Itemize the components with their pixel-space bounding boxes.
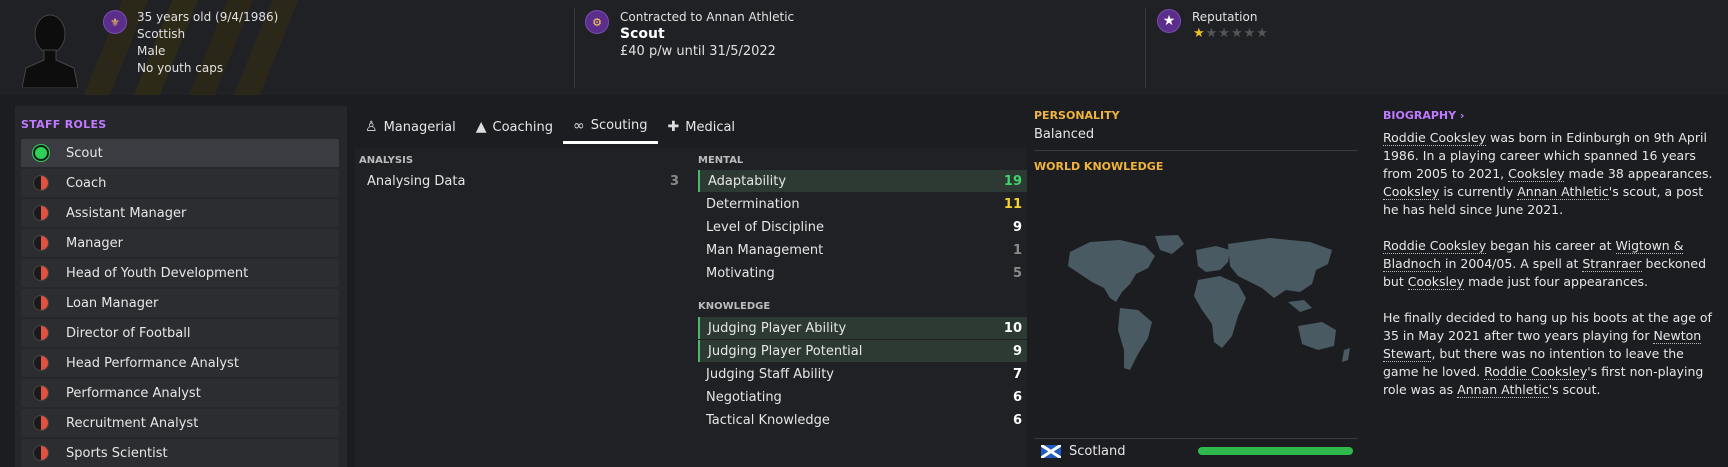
attribute-row[interactable]: Negotiating 6 [698,386,1027,408]
staff-name-link[interactable]: Cooksley [1383,184,1440,200]
status-dot-icon [33,175,49,191]
job-title: Scout [620,26,665,42]
attribute-row[interactable]: Analysing Data 3 [359,170,684,192]
reputation-label: Reputation [1192,10,1258,24]
status-dot-icon [33,415,49,431]
tab-managerial[interactable]: ♙ Managerial [355,110,466,144]
status-dot-icon [33,265,49,281]
attribute-row[interactable]: Judging Player Ability 10 [698,317,1027,339]
world-map[interactable] [1060,232,1360,382]
star-icon: ★ [1157,9,1181,33]
status-dot-icon [33,325,49,341]
role-item[interactable]: Manager [21,229,339,257]
knowledge-bar [1198,447,1353,455]
country-name: Scotland [1069,443,1126,459]
club-link[interactable]: Annan Athletic [1517,184,1609,200]
biography-title[interactable]: BIOGRAPHY › [1383,109,1464,122]
status-dot-icon [33,385,49,401]
mental-title: MENTAL [698,155,744,166]
role-item[interactable]: Coach [21,169,339,197]
country-knowledge-row[interactable]: Scotland [1033,440,1358,462]
role-item[interactable]: Recruitment Analyst [21,409,339,437]
club-link[interactable]: Stranraer [1582,256,1642,272]
role-item[interactable]: Loan Manager [21,289,339,317]
staff-name-link[interactable]: Roddie Cooksley [1484,364,1588,380]
staff-avatar [22,14,78,88]
role-item[interactable]: Assistant Manager [21,199,339,227]
attribute-row[interactable]: Judging Player Potential 9 [698,340,1027,362]
profile-header: ⚜ 35 years old (9/4/1986) Scottish Male … [0,0,1728,95]
age-line: 35 years old (9/4/1986) [137,10,279,24]
status-dot-icon [33,205,49,221]
club-badge-icon[interactable]: ⚙ [585,10,609,34]
personality-title: PERSONALITY [1034,109,1120,122]
role-item[interactable]: Director of Football [21,319,339,347]
wage-line: £40 p/w until 31/5/2022 [620,44,776,59]
whistle-icon: ♙ [365,119,378,135]
scotland-flag-icon [1041,444,1061,458]
biography-text: Roddie Cooksley was born in Edinburgh on… [1383,130,1713,398]
gender: Male [137,44,166,58]
staff-roles-title: STAFF ROLES [21,118,107,131]
attribute-row[interactable]: Level of Discipline 9 [698,216,1027,238]
cone-icon: ▲ [475,119,487,135]
staff-name-link[interactable]: Roddie Cooksley [1383,130,1487,146]
medical-kit-icon: ✚ [667,119,680,135]
binoculars-icon: ∞ [573,117,585,134]
status-dot-icon [33,145,49,161]
role-item[interactable]: Head Performance Analyst [21,349,339,377]
staff-roles-panel: STAFF ROLES Scout Coach Assistant Manage… [15,106,347,467]
status-dot-icon [33,295,49,311]
tab-scouting[interactable]: ∞ Scouting [563,110,658,144]
attribute-tabs: ♙ Managerial ▲ Coaching ∞ Scouting ✚ Medical [355,110,745,150]
status-dot-icon [33,355,49,371]
staff-roles-list: Scout Coach Assistant Manager Manager He… [21,139,339,467]
attribute-row[interactable]: Judging Staff Ability 7 [698,363,1027,385]
contract-line[interactable]: Contracted to Annan Athletic [620,9,794,26]
nationality-badge-icon: ⚜ [103,10,127,34]
attribute-row[interactable]: Motivating 5 [698,262,1027,284]
role-item[interactable]: Scout [21,139,339,167]
knowledge-title: KNOWLEDGE [698,301,771,312]
reputation-stars: ★★★★★★ [1193,26,1269,41]
role-item[interactable]: Head of Youth Development [21,259,339,287]
world-knowledge-title: WORLD KNOWLEDGE [1034,160,1164,173]
analysis-title: ANALYSIS [359,155,414,166]
tab-medical[interactable]: ✚ Medical [658,110,746,144]
attribute-row[interactable]: Man Management 1 [698,239,1027,261]
attribute-row[interactable]: Determination 11 [698,193,1027,215]
attribute-row[interactable]: Adaptability 19 [698,170,1027,192]
status-dot-icon [33,445,49,461]
role-item[interactable]: Performance Analyst [21,379,339,407]
nationality: Scottish [137,27,186,41]
status-dot-icon [33,235,49,251]
tab-coaching[interactable]: ▲ Coaching [466,110,563,144]
role-item[interactable]: Sports Scientist [21,439,339,467]
staff-name-link[interactable]: Roddie Cooksley [1383,238,1487,254]
club-link[interactable]: Annan Athletic [1457,382,1549,398]
personality-value: Balanced [1034,127,1095,142]
youth-caps: No youth caps [137,61,224,75]
attribute-row[interactable]: Tactical Knowledge 6 [698,409,1027,431]
staff-name-link[interactable]: Cooksley [1508,166,1565,182]
staff-name-link[interactable]: Cooksley [1407,274,1465,290]
